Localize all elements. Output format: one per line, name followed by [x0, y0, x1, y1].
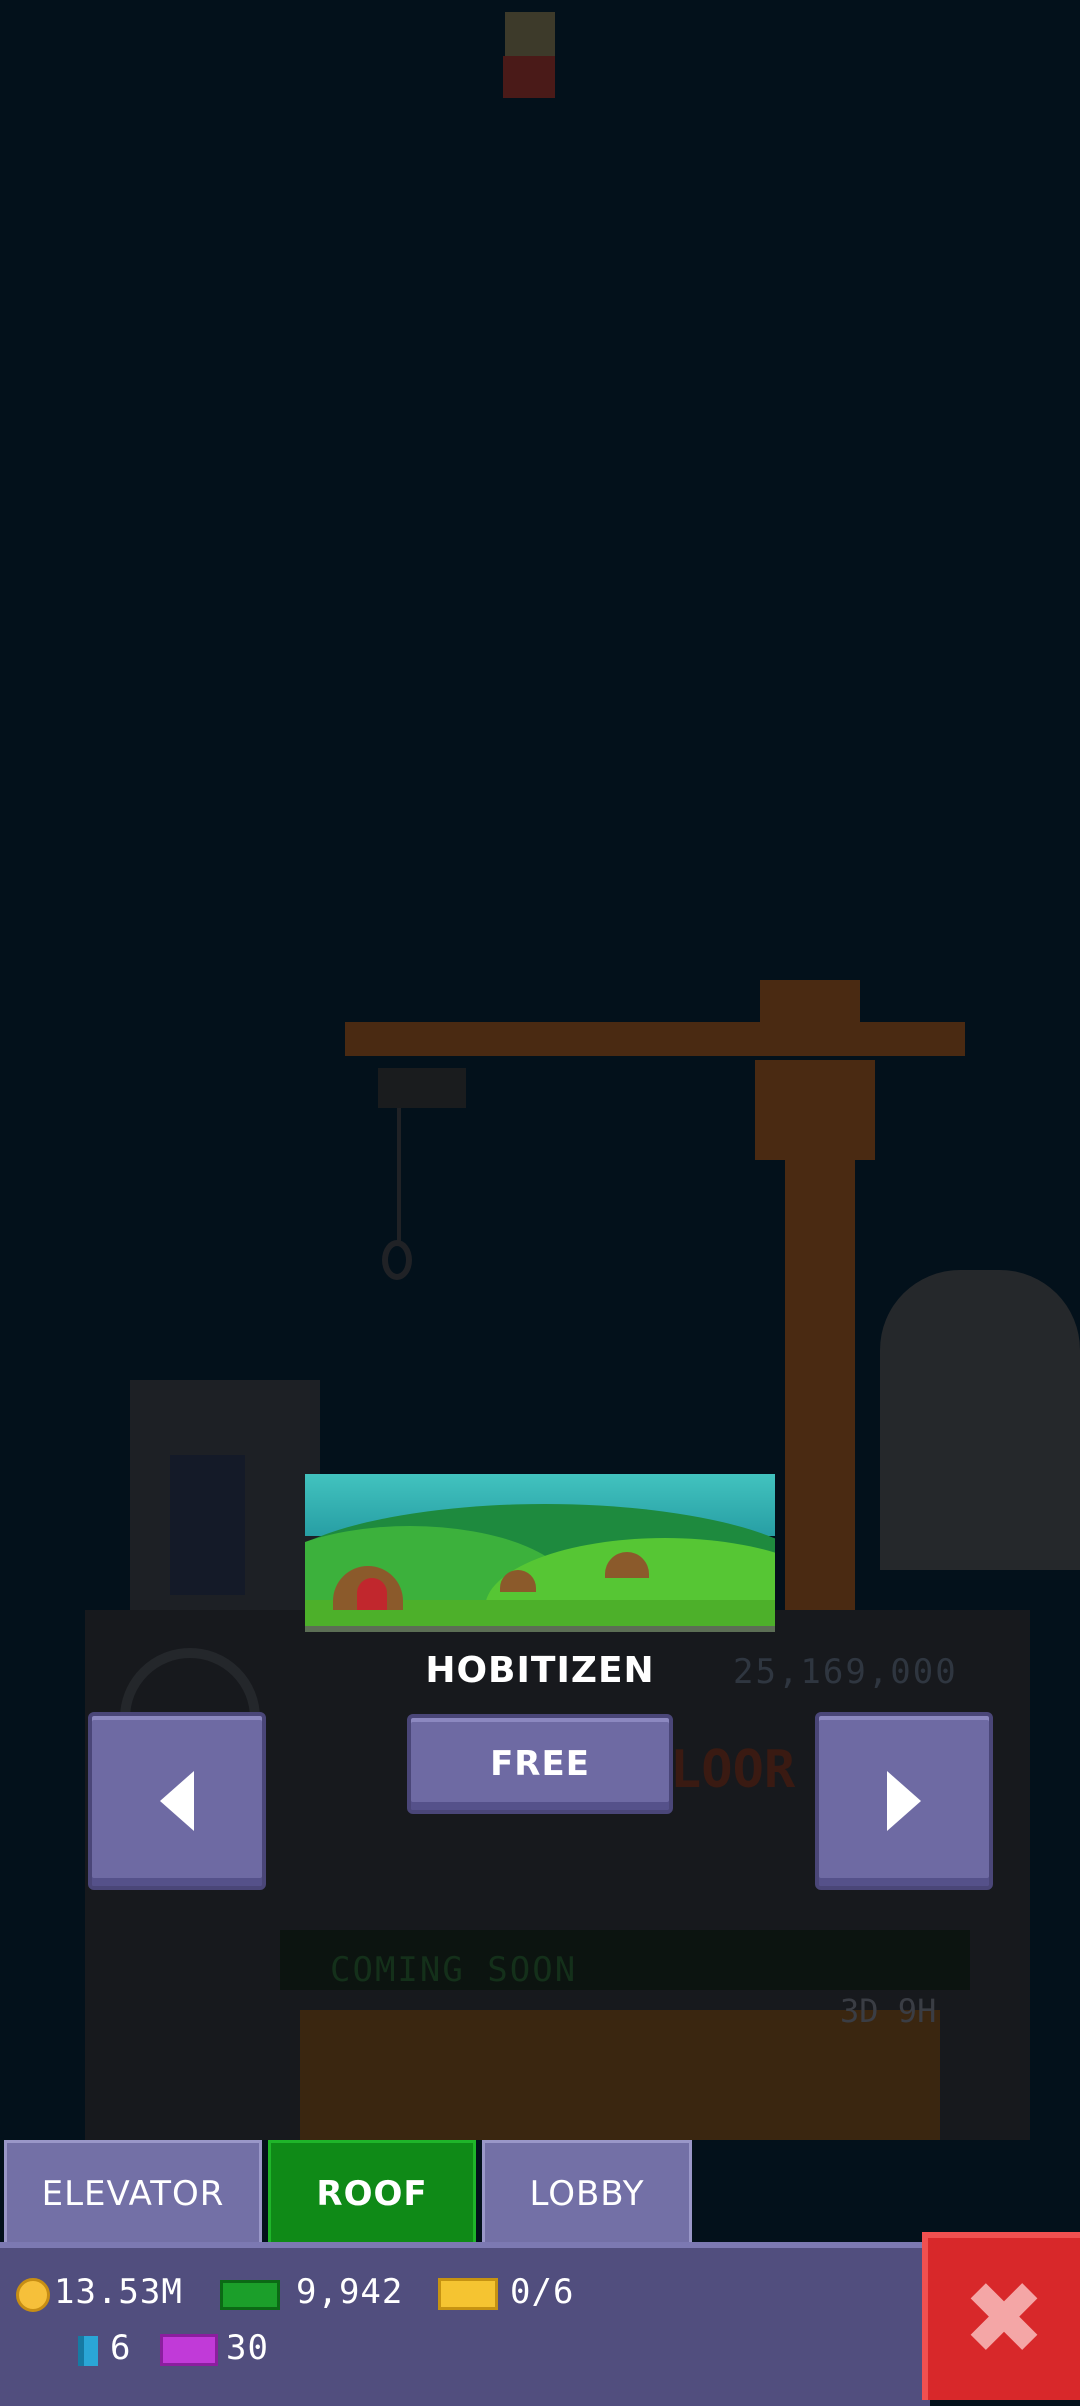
next-roof-button[interactable] — [815, 1712, 993, 1890]
tower-door — [170, 1455, 245, 1595]
vip-value: 30 — [226, 2328, 269, 2368]
tab-roof[interactable]: ROOF — [268, 2140, 476, 2244]
character-head — [505, 12, 555, 56]
character-body — [503, 56, 555, 98]
build-timer: 3D 9H — [840, 1992, 937, 2030]
previous-roof-button[interactable] — [88, 1712, 266, 1890]
bit-icon — [78, 2336, 98, 2366]
floor-sign: LOOR — [670, 1740, 796, 1800]
crane-trolley — [378, 1068, 466, 1108]
vip-icon — [160, 2334, 218, 2366]
crane-top — [760, 980, 860, 1050]
crane-hook — [382, 1240, 412, 1280]
tickets-value: 0/6 — [510, 2272, 575, 2312]
close-x-icon: ✖ — [962, 2260, 1046, 2377]
coin-icon — [16, 2278, 50, 2312]
tab-lobby[interactable]: LOBBY — [482, 2140, 692, 2244]
crane-cab — [755, 1060, 875, 1160]
tab-elevator[interactable]: ELEVATOR — [4, 2140, 262, 2244]
coming-soon-label: COMING SOON — [330, 1950, 578, 1990]
bux-value: 9,942 — [296, 2272, 404, 2312]
close-button[interactable]: ✖ — [922, 2232, 1080, 2400]
roof-price-label: 25,169,000 — [733, 1652, 958, 1692]
crane-jib — [345, 1022, 965, 1056]
bottom-stats-bar: 13.53M 9,942 0/6 6 30 — [0, 2242, 930, 2406]
hobbit-door-icon — [357, 1578, 387, 1610]
background-cloud — [880, 1270, 1080, 1570]
bits-value: 6 — [110, 2328, 132, 2368]
ticket-icon — [438, 2278, 498, 2310]
bux-icon — [220, 2280, 280, 2310]
coins-value: 13.53M — [54, 2272, 183, 2312]
triangle-right-icon — [887, 1771, 921, 1831]
crane-mast — [785, 1160, 855, 1620]
crane-cable — [397, 1108, 401, 1246]
triangle-left-icon — [160, 1771, 194, 1831]
free-button[interactable]: FREE — [407, 1714, 673, 1814]
roof-preview-image — [305, 1474, 775, 1632]
